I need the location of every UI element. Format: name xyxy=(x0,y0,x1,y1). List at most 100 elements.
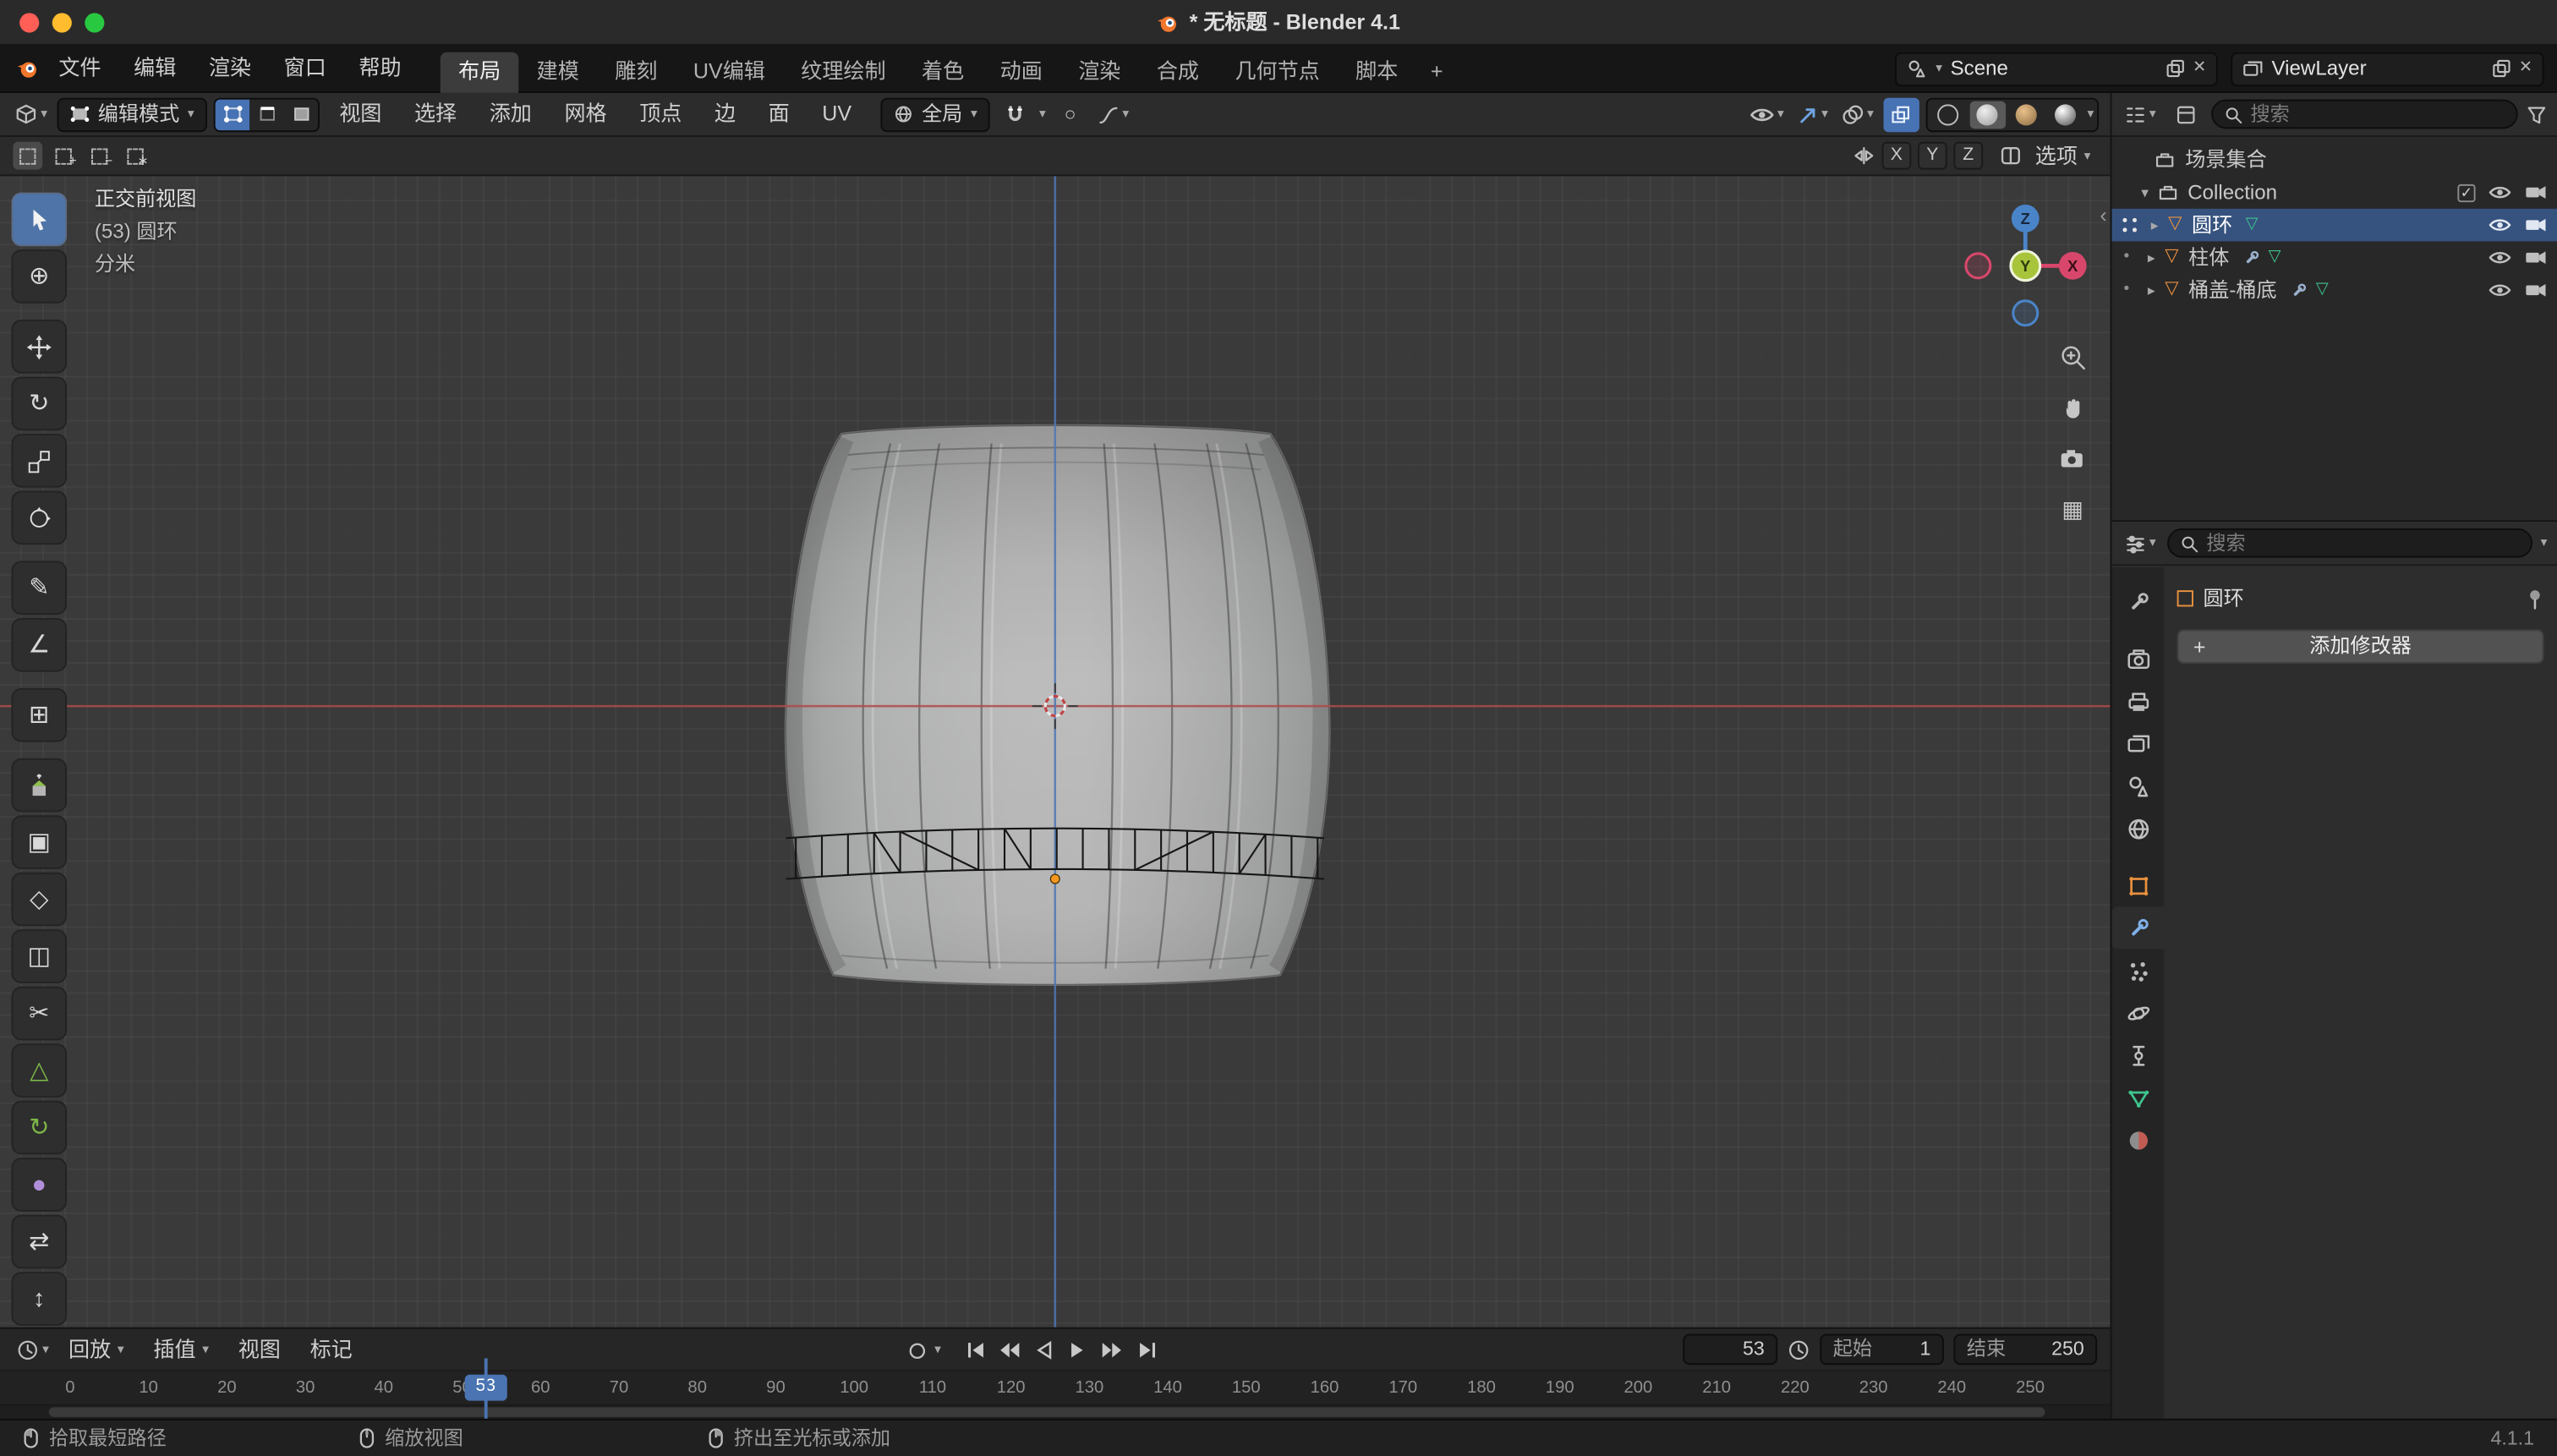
tab-material[interactable] xyxy=(2111,1119,2164,1161)
marker-menu[interactable]: 标记 xyxy=(297,1337,365,1362)
hide-eye-icon[interactable] xyxy=(2489,184,2511,200)
transform-orientation-dropdown[interactable]: 全局 ▾ xyxy=(881,97,990,131)
auto-key-button[interactable] xyxy=(901,1334,934,1367)
workspace-tab-texture-paint[interactable]: 纹理绘制 xyxy=(783,52,904,92)
edge-select-button[interactable] xyxy=(249,99,283,130)
keying-menu[interactable]: 插值▾ xyxy=(140,1337,222,1362)
mirror-z-button[interactable]: Z xyxy=(1953,142,1983,170)
add-cube-tool[interactable]: ⊞ xyxy=(11,688,67,742)
outliner-search[interactable] xyxy=(2211,100,2518,129)
current-frame-field[interactable]: 53 xyxy=(1683,1334,1777,1366)
snap-dropdown-icon[interactable]: ▾ xyxy=(1039,107,1046,120)
timeline-scrollbar-thumb[interactable] xyxy=(49,1407,2045,1417)
show-overlays-dropdown[interactable]: ▾ xyxy=(1837,97,1876,131)
transform-tool[interactable] xyxy=(11,490,67,545)
play-button[interactable] xyxy=(1062,1334,1095,1367)
copy-scene-icon[interactable] xyxy=(2165,58,2184,78)
poly-build-tool[interactable]: △ xyxy=(11,1043,67,1097)
workspace-tab-modeling[interactable]: 建模 xyxy=(518,52,597,92)
render-visibility-icon[interactable] xyxy=(2524,216,2547,233)
jump-to-start-button[interactable] xyxy=(959,1334,992,1367)
zoom-button[interactable] xyxy=(2055,339,2090,375)
scene-selector[interactable]: ▾ Scene ✕ xyxy=(1895,52,2218,85)
menu-face[interactable]: 面 xyxy=(755,101,802,127)
chevron-down-icon[interactable]: ▾ xyxy=(2541,536,2548,549)
timeline-scrollbar[interactable] xyxy=(0,1405,2111,1418)
hide-eye-icon[interactable] xyxy=(2489,249,2511,265)
filter-funnel-icon[interactable] xyxy=(2526,103,2547,124)
select-subtract-mode-button[interactable]: − xyxy=(85,142,114,170)
render-visibility-icon[interactable] xyxy=(2524,282,2547,298)
active-object-name[interactable]: 圆环 xyxy=(2203,586,2243,610)
tab-object[interactable] xyxy=(2111,864,2164,906)
render-visibility-icon[interactable] xyxy=(2524,249,2547,265)
edge-slide-tool[interactable]: ⇄ xyxy=(11,1215,67,1269)
tab-scene[interactable] xyxy=(2111,764,2164,807)
workspace-tab-shading[interactable]: 着色 xyxy=(904,52,983,92)
shading-rendered-button[interactable] xyxy=(2048,101,2083,129)
add-workspace-button[interactable]: + xyxy=(1416,52,1458,92)
loop-cut-tool[interactable]: ◫ xyxy=(11,929,67,983)
proportional-edit-button[interactable]: ○ xyxy=(1052,97,1087,131)
jump-to-end-button[interactable] xyxy=(1131,1334,1164,1367)
object-row-ring[interactable]: ▸ ▽ 圆环 ▽ xyxy=(2111,209,2556,242)
measure-tool[interactable]: ∠ xyxy=(11,618,67,672)
menu-vertex[interactable]: 顶点 xyxy=(627,101,695,127)
view-menu[interactable]: 视图 xyxy=(225,1337,293,1362)
blender-logo-icon[interactable] xyxy=(13,57,42,79)
camera-view-button[interactable] xyxy=(2055,441,2090,476)
timeline-ruler[interactable]: 0102030405060708090100110120130140150160… xyxy=(0,1371,2111,1406)
scale-tool[interactable] xyxy=(11,434,67,488)
menu-help[interactable]: 帮助 xyxy=(342,45,418,92)
remove-viewlayer-icon[interactable]: ✕ xyxy=(2519,58,2532,78)
hide-eye-icon[interactable] xyxy=(2489,282,2511,298)
workspace-tab-geometry-nodes[interactable]: 几何节点 xyxy=(1217,52,1338,92)
proportional-falloff-button[interactable]: ▾ xyxy=(1095,97,1132,131)
cursor-tool[interactable]: ⊕ xyxy=(11,249,67,304)
select-extend-mode-button[interactable]: + xyxy=(49,142,79,170)
expand-arrow-icon[interactable]: ▾ xyxy=(2141,185,2149,200)
shading-solid-button[interactable] xyxy=(1970,101,2006,129)
tab-view-layer[interactable] xyxy=(2111,722,2164,764)
tweak-select-tool[interactable] xyxy=(11,193,67,247)
outliner-editor-type-button[interactable]: ▾ xyxy=(2122,97,2159,131)
viewport-canvas[interactable]: + − ∗ X Y Z 选项▾ ⊕ ↻ xyxy=(0,137,2111,1327)
toggle-xray-button[interactable] xyxy=(1883,97,1919,131)
playback-menu[interactable]: 回放▾ xyxy=(56,1337,137,1362)
move-tool[interactable] xyxy=(11,320,67,374)
add-modifier-button[interactable]: + 添加修改器 xyxy=(2177,629,2544,663)
scene-collection-row[interactable]: 场景集合 xyxy=(2111,144,2556,177)
workspace-tab-scripting[interactable]: 脚本 xyxy=(1338,52,1416,92)
play-reverse-button[interactable] xyxy=(1027,1334,1060,1367)
expand-arrow-icon[interactable]: ▸ xyxy=(2151,217,2159,232)
options-dropdown[interactable]: 选项▾ xyxy=(2029,143,2097,168)
menu-window[interactable]: 窗口 xyxy=(267,45,342,92)
exclude-checkbox[interactable]: ✓ xyxy=(2457,183,2475,201)
tab-render[interactable] xyxy=(2111,638,2164,680)
workspace-tab-sculpting[interactable]: 雕刻 xyxy=(597,52,676,92)
workspace-tab-rendering[interactable]: 渲染 xyxy=(1060,52,1139,92)
spin-tool[interactable]: ↻ xyxy=(11,1101,67,1155)
menu-file[interactable]: 文件 xyxy=(42,45,118,92)
chevron-down-icon[interactable]: ▾ xyxy=(934,1344,941,1356)
render-visibility-icon[interactable] xyxy=(2524,184,2547,200)
outliner-search-input[interactable] xyxy=(2250,102,2505,125)
tab-constraints[interactable] xyxy=(2111,1034,2164,1076)
snap-symmetry-icon[interactable] xyxy=(1999,145,2022,167)
collapse-sidebar-arrow[interactable]: ‹ xyxy=(2100,202,2106,227)
editor-type-button[interactable]: ▾ xyxy=(11,97,50,131)
menu-edge[interactable]: 边 xyxy=(702,101,749,127)
properties-search[interactable] xyxy=(2167,528,2532,558)
navigation-gizmo[interactable]: Z X Y xyxy=(1957,197,2094,334)
tab-tool[interactable] xyxy=(2111,581,2164,623)
mode-dropdown[interactable]: 编辑模式 ▾ xyxy=(57,97,207,131)
prev-keyframe-button[interactable] xyxy=(994,1334,1027,1367)
inset-faces-tool[interactable]: ▣ xyxy=(11,815,67,869)
show-gizmos-dropdown[interactable]: ▾ xyxy=(1793,97,1831,131)
next-keyframe-button[interactable] xyxy=(1096,1334,1129,1367)
timeline-editor-type-button[interactable]: ▾ xyxy=(13,1333,52,1367)
menu-select[interactable]: 选择 xyxy=(402,101,470,127)
menu-render[interactable]: 渲染 xyxy=(193,45,268,92)
expand-arrow-icon[interactable]: ▸ xyxy=(2148,250,2155,265)
mirror-y-button[interactable]: Y xyxy=(1918,142,1947,170)
